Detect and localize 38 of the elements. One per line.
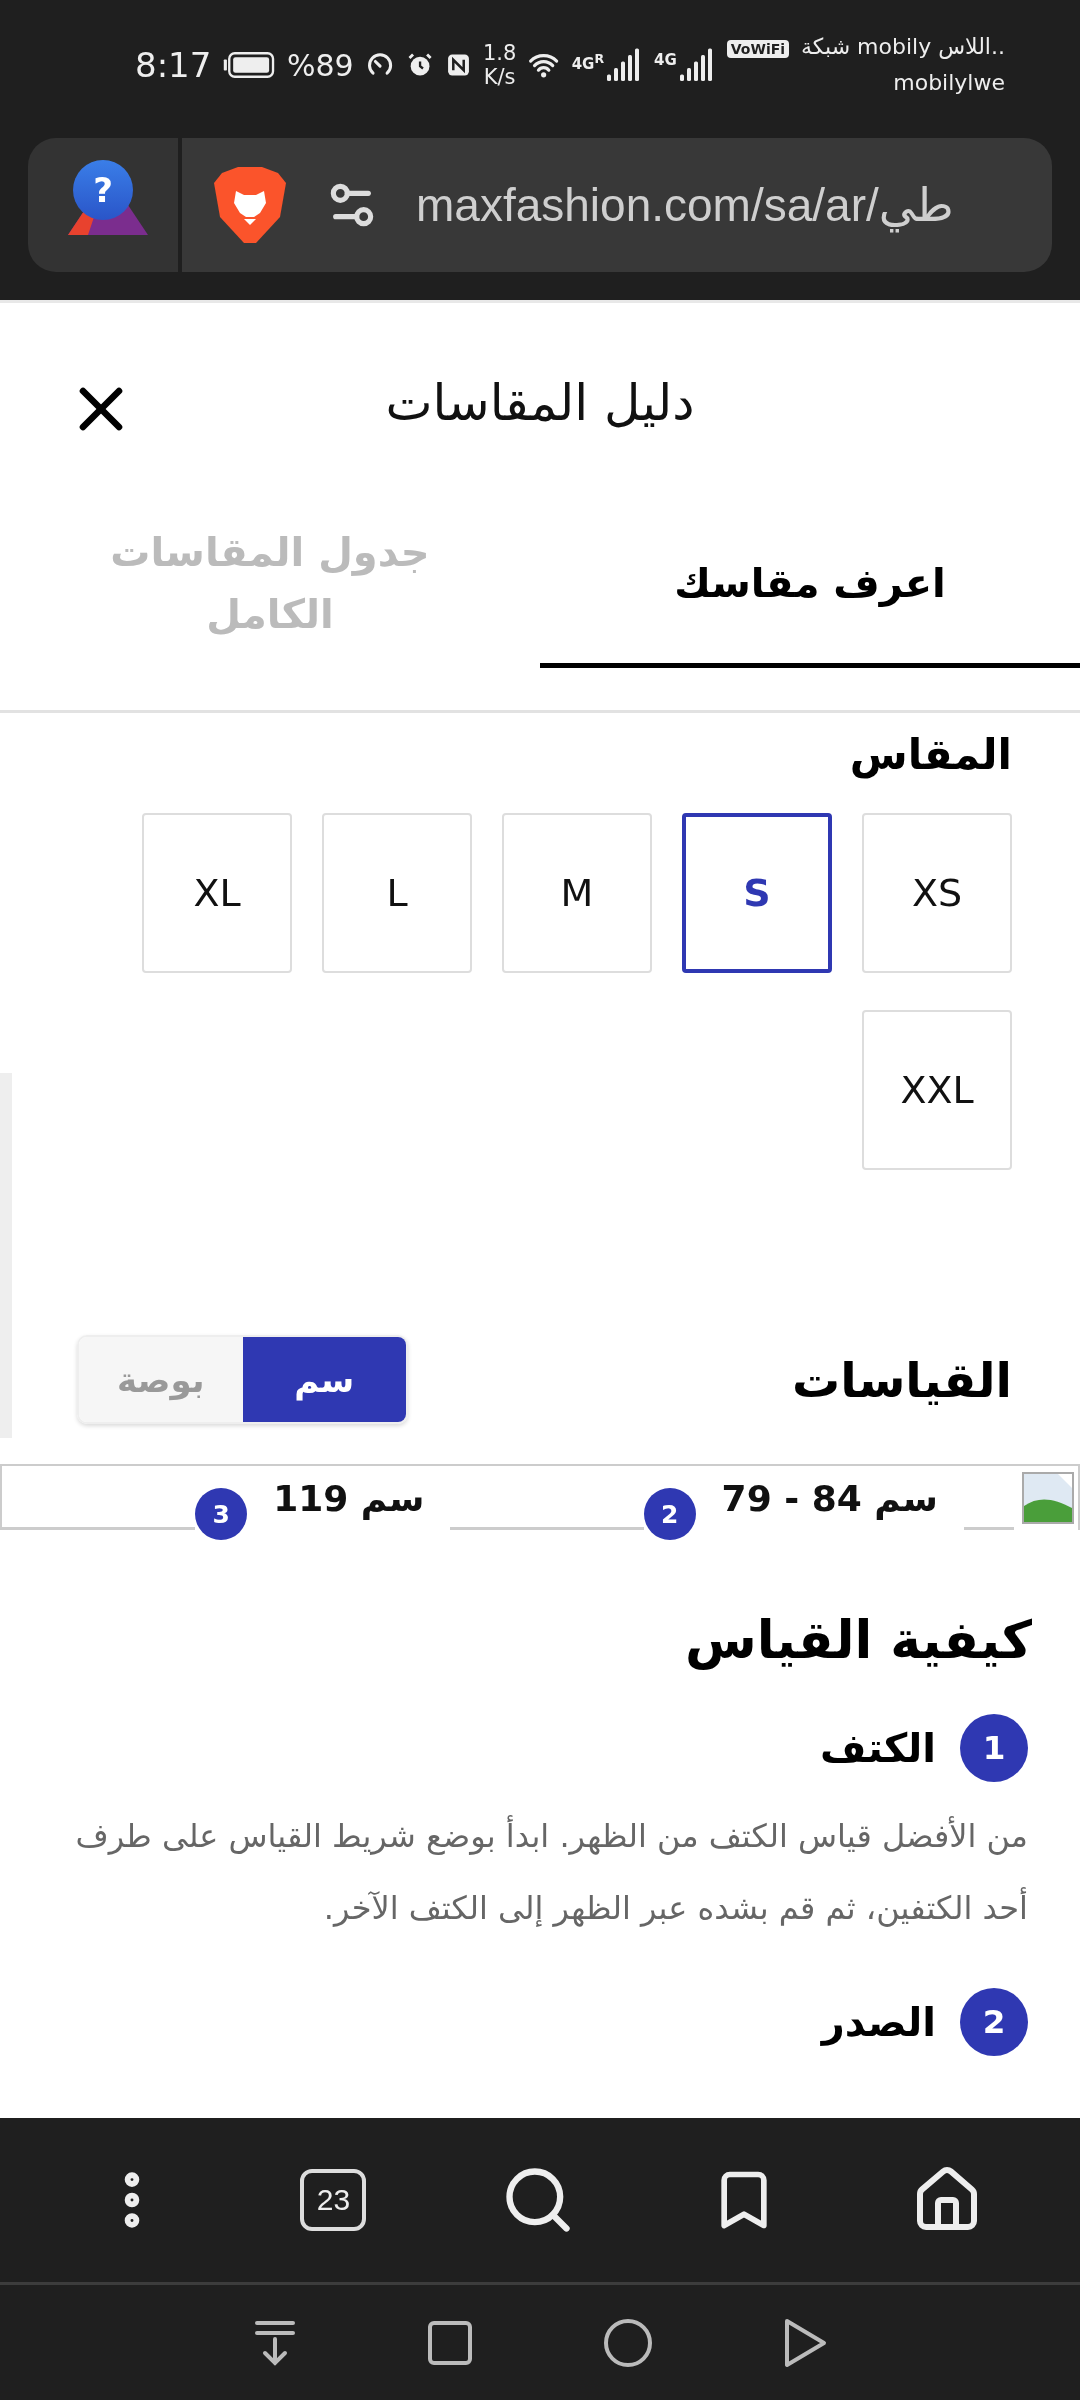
network-speed: 1.8 K/s: [482, 41, 517, 89]
tabs-button[interactable]: 23: [300, 2169, 367, 2231]
step-title: الصدر: [821, 1999, 936, 2045]
size-option[interactable]: XL: [142, 813, 292, 973]
step-number: 2: [960, 1988, 1028, 2056]
download-icon[interactable]: [253, 2318, 297, 2367]
step-number: 3: [195, 1488, 248, 1540]
step-title: الكتف: [820, 1725, 936, 1771]
battery-percent: %89: [286, 47, 354, 83]
size-option[interactable]: M: [502, 813, 652, 973]
step-number: 1: [960, 1714, 1028, 1782]
dialog-title: دليل المقاسات: [385, 374, 695, 432]
unit-toggle[interactable]: سم: [242, 1337, 406, 1422]
size-option[interactable]: S: [682, 813, 832, 973]
measurement-value: سم 119: [272, 1477, 426, 1519]
lion-shield-icon: [212, 165, 288, 245]
rewards-button[interactable]: ?: [28, 138, 178, 272]
section-heading: كيفية القياس: [683, 1610, 1033, 1670]
step-description: من الأفضل قياس الكتف من الظهر. ابدأ بوضع شريط القياس على طرف أحد الكتفين، ثم قم بشده عبر الظهر إلى الكتف الآخر.: [74, 1814, 1028, 1929]
carrier-name: شبكة mobily اللاس..: [801, 33, 1005, 61]
help-badge: ?: [73, 160, 133, 220]
section-heading: المقاس: [848, 729, 1013, 781]
tab[interactable]: اعرف مقاسك: [540, 503, 1080, 668]
url-text[interactable]: maxfashion.com/sa/ar/طي: [416, 178, 954, 232]
size-option[interactable]: L: [322, 813, 472, 973]
size-option[interactable]: XS: [862, 813, 1012, 973]
carrier-name: mobilylwe: [893, 69, 1005, 97]
step-number: 2: [643, 1488, 696, 1540]
size-option[interactable]: XXL: [862, 1010, 1012, 1170]
vowifi-badge: VoWiFi: [726, 40, 790, 58]
home-nav-button[interactable]: [603, 2317, 653, 2368]
address-bar[interactable]: maxfashion.com/sa/ar/طي: [182, 138, 1052, 272]
back-button[interactable]: [783, 2317, 827, 2368]
clock-time: 8:17: [135, 45, 212, 85]
recents-button[interactable]: [427, 2319, 473, 2366]
section-heading: القياسات: [791, 1351, 1012, 1408]
measurement-value: سم 84 - 79: [720, 1477, 939, 1519]
broken-image-icon: [1022, 1472, 1074, 1524]
